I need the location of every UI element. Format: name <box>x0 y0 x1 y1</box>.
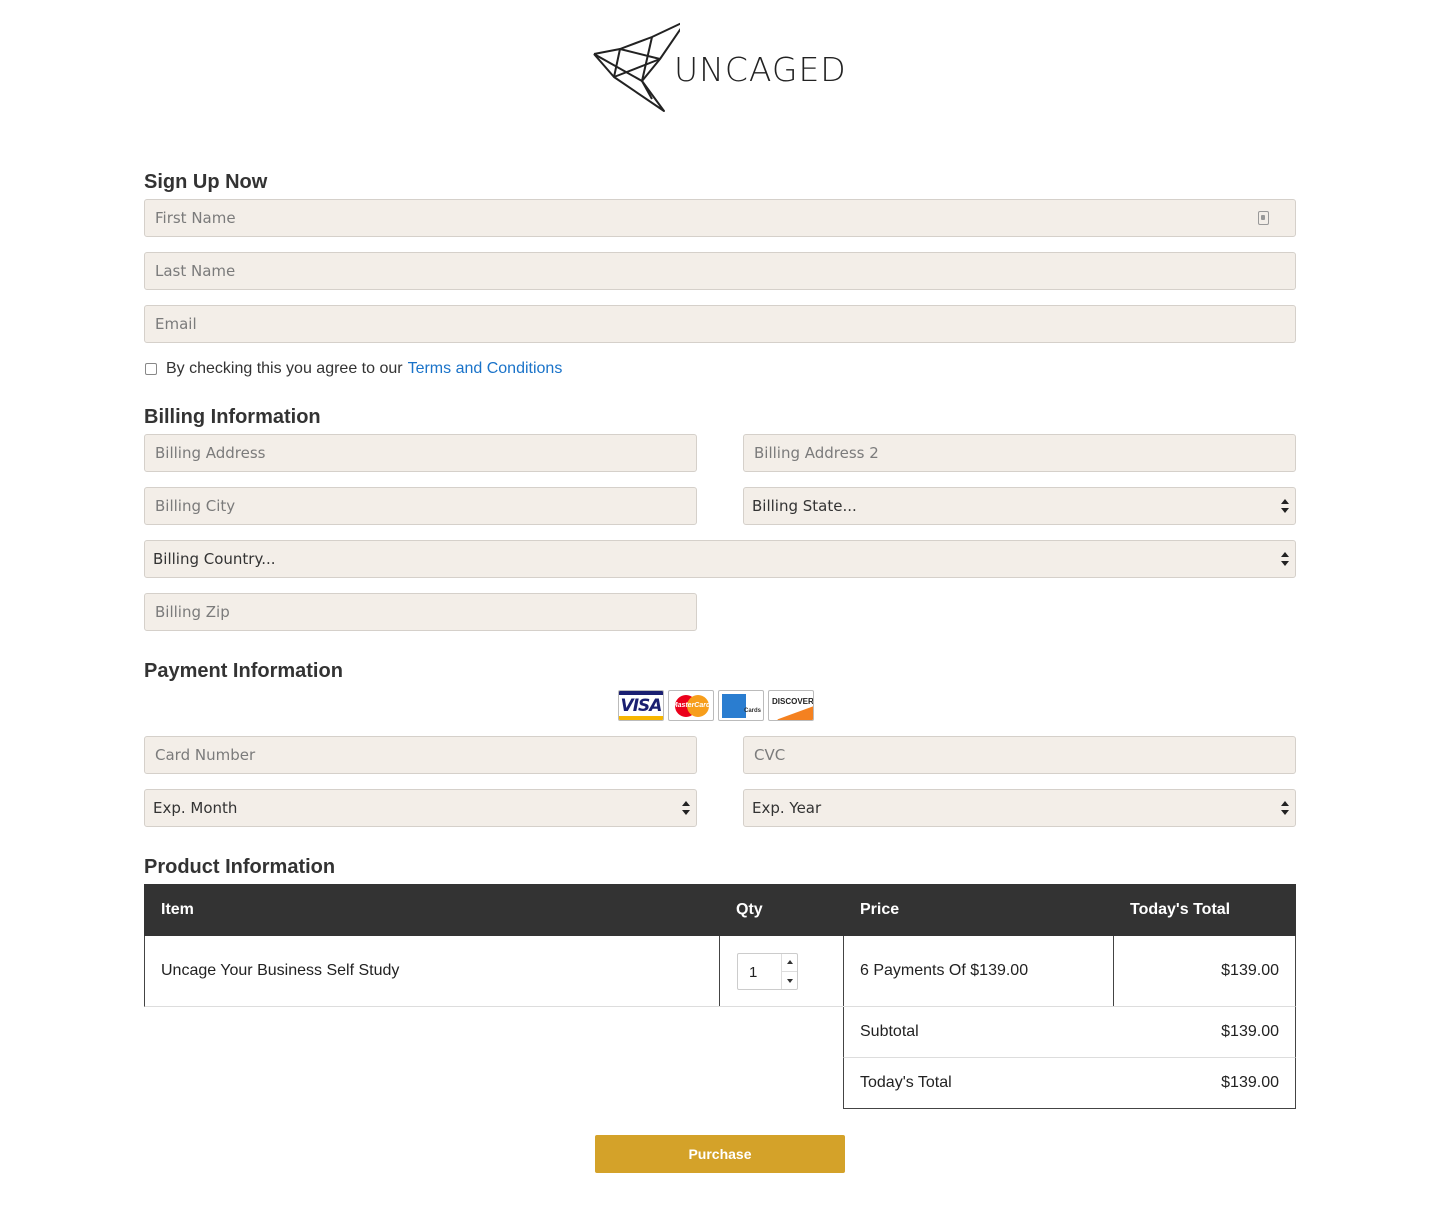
card-number-placeholder: Card Number <box>155 746 256 764</box>
billing-address2-placeholder: Billing Address 2 <box>754 444 879 462</box>
increment-icon[interactable] <box>787 960 793 964</box>
terms-checkbox[interactable] <box>145 363 157 375</box>
discover-label: DISCOVER <box>772 697 814 706</box>
billing-address2-input[interactable]: Billing Address 2 <box>743 434 1296 472</box>
billing-country-select[interactable]: Billing Country... <box>144 540 1296 578</box>
visa-label: VISA <box>620 695 663 716</box>
email-input[interactable]: Email <box>144 305 1296 343</box>
subtotal-label: Subtotal <box>860 1023 919 1040</box>
visa-card-icon: VISA <box>618 690 664 721</box>
billing-address-placeholder: Billing Address <box>155 444 266 462</box>
last-name-placeholder: Last Name <box>155 262 236 280</box>
table-row: Uncage Your Business Self Study 1 6 Paym… <box>144 936 1296 1007</box>
subtotal-row: Subtotal $139.00 <box>843 1007 1296 1058</box>
brand-logo: UNCAGED <box>592 18 852 114</box>
cvc-placeholder: CVC <box>754 746 786 764</box>
exp-year-value: Exp. Year <box>752 799 822 817</box>
quantity-stepper[interactable]: 1 <box>737 953 798 990</box>
discover-card-icon: DISCOVER <box>768 690 814 721</box>
card-number-input[interactable]: Card Number <box>144 736 697 774</box>
billing-heading: Billing Information <box>144 406 321 428</box>
amex-card-icon: Cards <box>718 690 764 721</box>
select-arrows-icon <box>682 801 690 815</box>
subtotal-value: $139.00 <box>1221 1023 1279 1040</box>
cvc-input[interactable]: CVC <box>743 736 1296 774</box>
quantity-value: 1 <box>749 964 758 981</box>
select-arrows-icon <box>1281 801 1289 815</box>
billing-zip-placeholder: Billing Zip <box>155 603 230 621</box>
today-total-label: Today's Total <box>860 1074 952 1091</box>
today-total-row: Today's Total $139.00 <box>843 1058 1296 1109</box>
terms-link[interactable]: Terms and Conditions <box>408 360 563 378</box>
select-arrows-icon <box>1281 552 1289 566</box>
signup-heading: Sign Up Now <box>144 171 268 193</box>
decrement-icon[interactable] <box>787 979 793 983</box>
last-name-input[interactable]: Last Name <box>144 252 1296 290</box>
column-price: Price <box>860 901 900 918</box>
column-item: Item <box>161 901 194 918</box>
table-header: Item Qty Price Today's Total <box>144 884 1296 936</box>
billing-state-select[interactable]: Billing State... <box>743 487 1296 525</box>
amex-label: Cards <box>743 708 761 714</box>
origami-bird-icon <box>593 22 680 112</box>
first-name-input[interactable]: First Name <box>144 199 1296 237</box>
billing-city-placeholder: Billing City <box>155 497 236 515</box>
email-placeholder: Email <box>155 315 197 333</box>
product-heading: Product Information <box>144 856 336 878</box>
billing-city-input[interactable]: Billing City <box>144 487 697 525</box>
item-price: 6 Payments Of $139.00 <box>860 962 1029 979</box>
terms-row: By checking this you agree to our Terms … <box>144 360 562 378</box>
first-name-placeholder: First Name <box>155 209 236 227</box>
select-arrows-icon <box>1281 499 1289 513</box>
billing-zip-input[interactable]: Billing Zip <box>144 593 697 631</box>
exp-month-value: Exp. Month <box>153 799 238 817</box>
payment-heading: Payment Information <box>144 660 343 682</box>
autofill-contact-icon[interactable] <box>1258 211 1269 225</box>
exp-month-select[interactable]: Exp. Month <box>144 789 697 827</box>
billing-country-value: Billing Country... <box>153 550 276 568</box>
exp-year-select[interactable]: Exp. Year <box>743 789 1296 827</box>
mastercard-label: MasterCard <box>671 702 711 709</box>
item-total: $139.00 <box>1221 962 1279 979</box>
accepted-cards: VISA MasterCard Cards DISCOVER <box>618 690 814 721</box>
terms-text: By checking this you agree to our <box>166 360 403 377</box>
item-name: Uncage Your Business Self Study <box>161 962 400 979</box>
billing-state-value: Billing State... <box>752 497 857 515</box>
billing-address-input[interactable]: Billing Address <box>144 434 697 472</box>
today-total-value: $139.00 <box>1221 1074 1279 1091</box>
brand-name: UNCAGED <box>674 49 847 89</box>
column-total: Today's Total <box>1130 901 1231 918</box>
column-qty: Qty <box>736 901 763 918</box>
mastercard-icon: MasterCard <box>668 690 714 721</box>
purchase-button[interactable]: Purchase <box>595 1135 845 1173</box>
